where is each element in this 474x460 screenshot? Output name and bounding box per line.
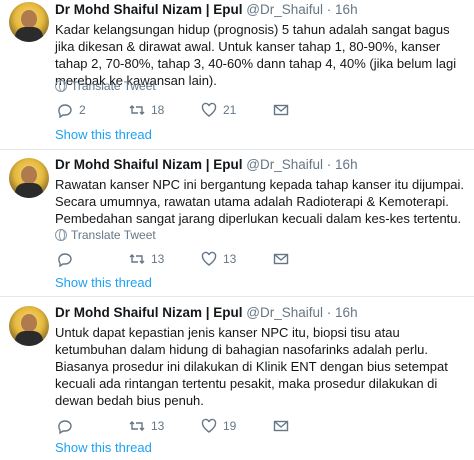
like-count: 19 xyxy=(223,419,237,433)
retweet-count: 13 xyxy=(151,252,165,266)
reply-button[interactable] xyxy=(57,251,129,267)
like-button[interactable]: 21 xyxy=(201,102,273,118)
tweet-1[interactable]: Dr Mohd Shaiful Nizam | Epul @Dr_Shaiful… xyxy=(0,0,474,150)
retweet-icon xyxy=(129,254,145,264)
retweet-button[interactable]: 18 xyxy=(129,102,201,118)
like-count: 21 xyxy=(223,103,237,117)
reply-button[interactable] xyxy=(57,418,129,434)
reply-icon xyxy=(58,104,72,118)
tweet-header: Dr Mohd Shaiful Nizam | Epul @Dr_Shaiful… xyxy=(55,2,358,17)
envelope-icon xyxy=(273,420,289,432)
like-button[interactable]: 19 xyxy=(201,418,273,434)
direct-message-button[interactable] xyxy=(273,418,345,434)
tweet-actions: 2 18 21 xyxy=(57,102,345,118)
direct-message-button[interactable] xyxy=(273,102,345,118)
tweet-3[interactable]: Dr Mohd Shaiful Nizam | Epul @Dr_Shaiful… xyxy=(0,297,474,460)
author-name[interactable]: Dr Mohd Shaiful Nizam | Epul xyxy=(55,305,243,320)
reply-icon xyxy=(58,253,72,267)
heart-icon xyxy=(201,251,217,266)
retweet-button[interactable]: 13 xyxy=(129,418,201,434)
retweet-icon xyxy=(129,421,145,431)
timestamp: 16h xyxy=(335,305,358,320)
reply-count: 2 xyxy=(79,103,86,117)
retweet-button[interactable]: 13 xyxy=(129,251,201,267)
retweet-count: 13 xyxy=(151,419,165,433)
tweet-header: Dr Mohd Shaiful Nizam | Epul @Dr_Shaiful… xyxy=(55,305,358,320)
envelope-icon xyxy=(273,253,289,265)
tweet-text: Rawatan kanser NPC ini bergantung kepada… xyxy=(55,177,465,226)
tweet-2[interactable]: Dr Mohd Shaiful Nizam | Epul @Dr_Shaiful… xyxy=(0,150,474,297)
direct-message-button[interactable] xyxy=(273,251,345,267)
author-handle[interactable]: @Dr_Shaiful · 16h xyxy=(246,157,357,172)
author-handle[interactable]: @Dr_Shaiful · 16h xyxy=(246,2,357,17)
retweet-icon xyxy=(129,105,145,115)
reply-button[interactable]: 2 xyxy=(57,102,129,118)
show-thread-link[interactable]: Show this thread xyxy=(55,440,152,455)
like-button[interactable]: 13 xyxy=(201,251,273,267)
avatar[interactable] xyxy=(9,306,49,346)
show-thread-link[interactable]: Show this thread xyxy=(55,275,152,290)
envelope-icon xyxy=(273,104,289,116)
author-name[interactable]: Dr Mohd Shaiful Nizam | Epul xyxy=(55,2,243,17)
tweet-actions: 13 19 xyxy=(57,418,345,434)
retweet-count: 18 xyxy=(151,103,165,117)
tweet-header: Dr Mohd Shaiful Nizam | Epul @Dr_Shaiful… xyxy=(55,157,358,172)
author-name[interactable]: Dr Mohd Shaiful Nizam | Epul xyxy=(55,157,243,172)
like-count: 13 xyxy=(223,252,237,266)
avatar[interactable] xyxy=(9,158,49,198)
translate-tweet-link[interactable]: Translate Tweet xyxy=(55,79,156,93)
avatar[interactable] xyxy=(9,2,49,42)
show-thread-link[interactable]: Show this thread xyxy=(55,127,152,142)
globe-icon xyxy=(55,229,67,241)
heart-icon xyxy=(201,418,217,433)
timestamp: 16h xyxy=(335,157,358,172)
tweet-text: Untuk dapat kepastian jenis kanser NPC i… xyxy=(55,325,448,408)
timestamp: 16h xyxy=(335,2,358,17)
reply-icon xyxy=(58,420,72,434)
globe-icon xyxy=(55,80,67,92)
translate-tweet-link[interactable]: Translate Tweet xyxy=(55,228,156,242)
tweet-actions: 13 13 xyxy=(57,251,345,267)
heart-icon xyxy=(201,102,217,117)
author-handle[interactable]: @Dr_Shaiful · 16h xyxy=(246,305,357,320)
